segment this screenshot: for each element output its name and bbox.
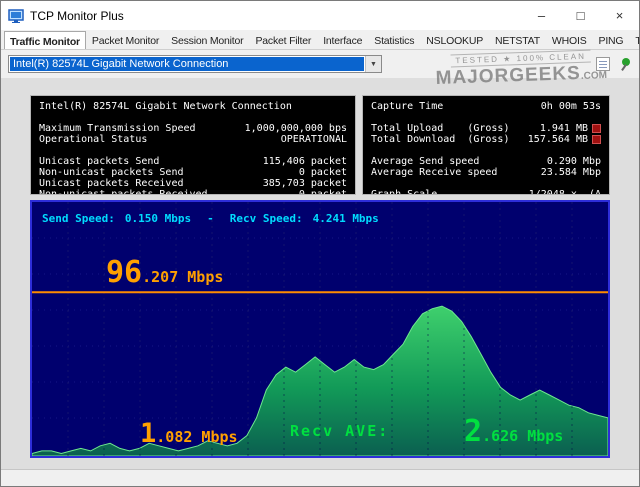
memo-icon[interactable] — [596, 57, 610, 71]
stat-label: Average Send speed — [371, 156, 479, 167]
unit-toggle-button[interactable] — [592, 135, 601, 144]
app-window: TCP Monitor Plus – □ × Traffic Monitor P… — [0, 0, 640, 487]
speed-separator: - — [207, 212, 214, 225]
recv-average-label: 2.626 Mbps — [464, 417, 563, 447]
stat-value: 0.290 Mbp — [547, 156, 601, 167]
tab-tracert[interactable]: TRACERT — [629, 31, 639, 49]
stat-value: 23.584 Mbp — [541, 167, 601, 178]
recv-speed-label: Recv Speed: — [230, 212, 303, 225]
peak-speed-frac: .207 Mbps — [142, 268, 223, 286]
stat-value: 1/2048 x (A — [529, 189, 601, 195]
tab-interface[interactable]: Interface — [317, 31, 368, 49]
recv-average-caption: Recv AVE: — [290, 422, 389, 440]
toolbar: Intel(R) 82574L Gigabit Network Connecti… — [1, 50, 639, 78]
stat-label: Unicast packets Send — [39, 156, 159, 167]
tab-session-monitor[interactable]: Session Monitor — [165, 31, 249, 49]
title-bar: TCP Monitor Plus – □ × — [1, 1, 639, 30]
minimize-button[interactable]: – — [522, 1, 561, 30]
tab-whois[interactable]: WHOIS — [546, 31, 593, 49]
current-speed-readout: Send Speed: 0.150 Mbps - Recv Speed: 4.241 M… — [42, 212, 395, 225]
stat-value: 0h 00m 53s — [541, 101, 601, 112]
stat-label: Total Download (Gross) — [371, 134, 509, 145]
stat-label: Non-unicast packets Received — [39, 189, 208, 195]
status-bar — [1, 469, 639, 486]
stat-value: 157.564 MB — [528, 134, 588, 145]
tab-ping[interactable]: PING — [593, 31, 630, 49]
window-title: TCP Monitor Plus — [30, 9, 124, 23]
stat-label: Average Receive speed — [371, 167, 497, 178]
stat-label: Unicast packets Received — [39, 178, 184, 189]
stat-label: Total Upload (Gross) — [371, 123, 509, 134]
adapter-select-value: Intel(R) 82574L Gigabit Network Connecti… — [10, 57, 364, 71]
toolbar-icons — [596, 57, 632, 71]
maximize-button[interactable]: □ — [561, 1, 600, 30]
stat-label: Maximum Transmission Speed — [39, 123, 196, 134]
tab-packet-monitor[interactable]: Packet Monitor — [86, 31, 165, 49]
recv-speed-value: 4.241 Mbps — [313, 212, 379, 225]
stat-value: 0 packet — [299, 167, 347, 178]
recv-average-int: 2 — [464, 414, 482, 449]
capture-info-panel: Capture Time 0h 00m 53s Total Upload (Gro… — [362, 95, 610, 195]
stat-label: Non-unicast packets Send — [39, 167, 184, 178]
info-panels: Intel(R) 82574L Gigabit Network Connecti… — [30, 95, 610, 195]
stat-value: 1.941 MB — [540, 123, 588, 134]
send-speed-label: Send Speed: — [42, 212, 115, 225]
tab-netstat[interactable]: NETSTAT — [489, 31, 546, 49]
adapter-select[interactable]: Intel(R) 82574L Gigabit Network Connecti… — [8, 55, 382, 73]
send-speed-value: 0.150 Mbps — [125, 212, 191, 225]
tab-nslookup[interactable]: NSLOOKUP — [420, 31, 489, 49]
unit-toggle-button[interactable] — [592, 124, 601, 133]
traffic-graph: Send Speed: 0.150 Mbps - Recv Speed: 4.241 M… — [30, 200, 610, 458]
peak-speed-int: 96 — [106, 255, 142, 290]
stat-value: 385,703 packet — [263, 178, 347, 189]
send-average-frac: .082 Mbps — [156, 428, 237, 446]
chevron-down-icon[interactable]: ▼ — [365, 56, 381, 72]
window-controls: – □ × — [522, 1, 639, 30]
send-average-int: 1 — [140, 418, 156, 449]
tab-bar: Traffic Monitor Packet Monitor Session M… — [1, 30, 639, 50]
adapter-info-panel: Intel(R) 82574L Gigabit Network Connecti… — [30, 95, 356, 195]
stat-value: 0 packet — [299, 189, 347, 195]
client-area: Intel(R) 82574L Gigabit Network Connecti… — [1, 78, 639, 469]
stat-value: 1,000,000,000 bps — [245, 123, 347, 134]
peak-speed-label: 96.207 Mbps — [106, 258, 223, 288]
adapter-panel-title: Intel(R) 82574L Gigabit Network Connecti… — [39, 101, 292, 112]
stat-value: OPERATIONAL — [281, 134, 347, 145]
send-average-label: 1.082 Mbps — [140, 420, 238, 447]
pin-icon[interactable] — [618, 57, 632, 71]
tab-statistics[interactable]: Statistics — [368, 31, 420, 49]
recv-average-frac: .626 Mbps — [482, 427, 563, 445]
stat-label: Capture Time — [371, 101, 443, 112]
tab-traffic-monitor[interactable]: Traffic Monitor — [4, 31, 86, 50]
close-button[interactable]: × — [600, 1, 639, 30]
stat-label: Operational Status — [39, 134, 147, 145]
stat-label: Graph Scale — [371, 189, 437, 195]
tab-packet-filter[interactable]: Packet Filter — [249, 31, 317, 49]
app-icon — [8, 8, 24, 24]
stat-value: 115,406 packet — [263, 156, 347, 167]
